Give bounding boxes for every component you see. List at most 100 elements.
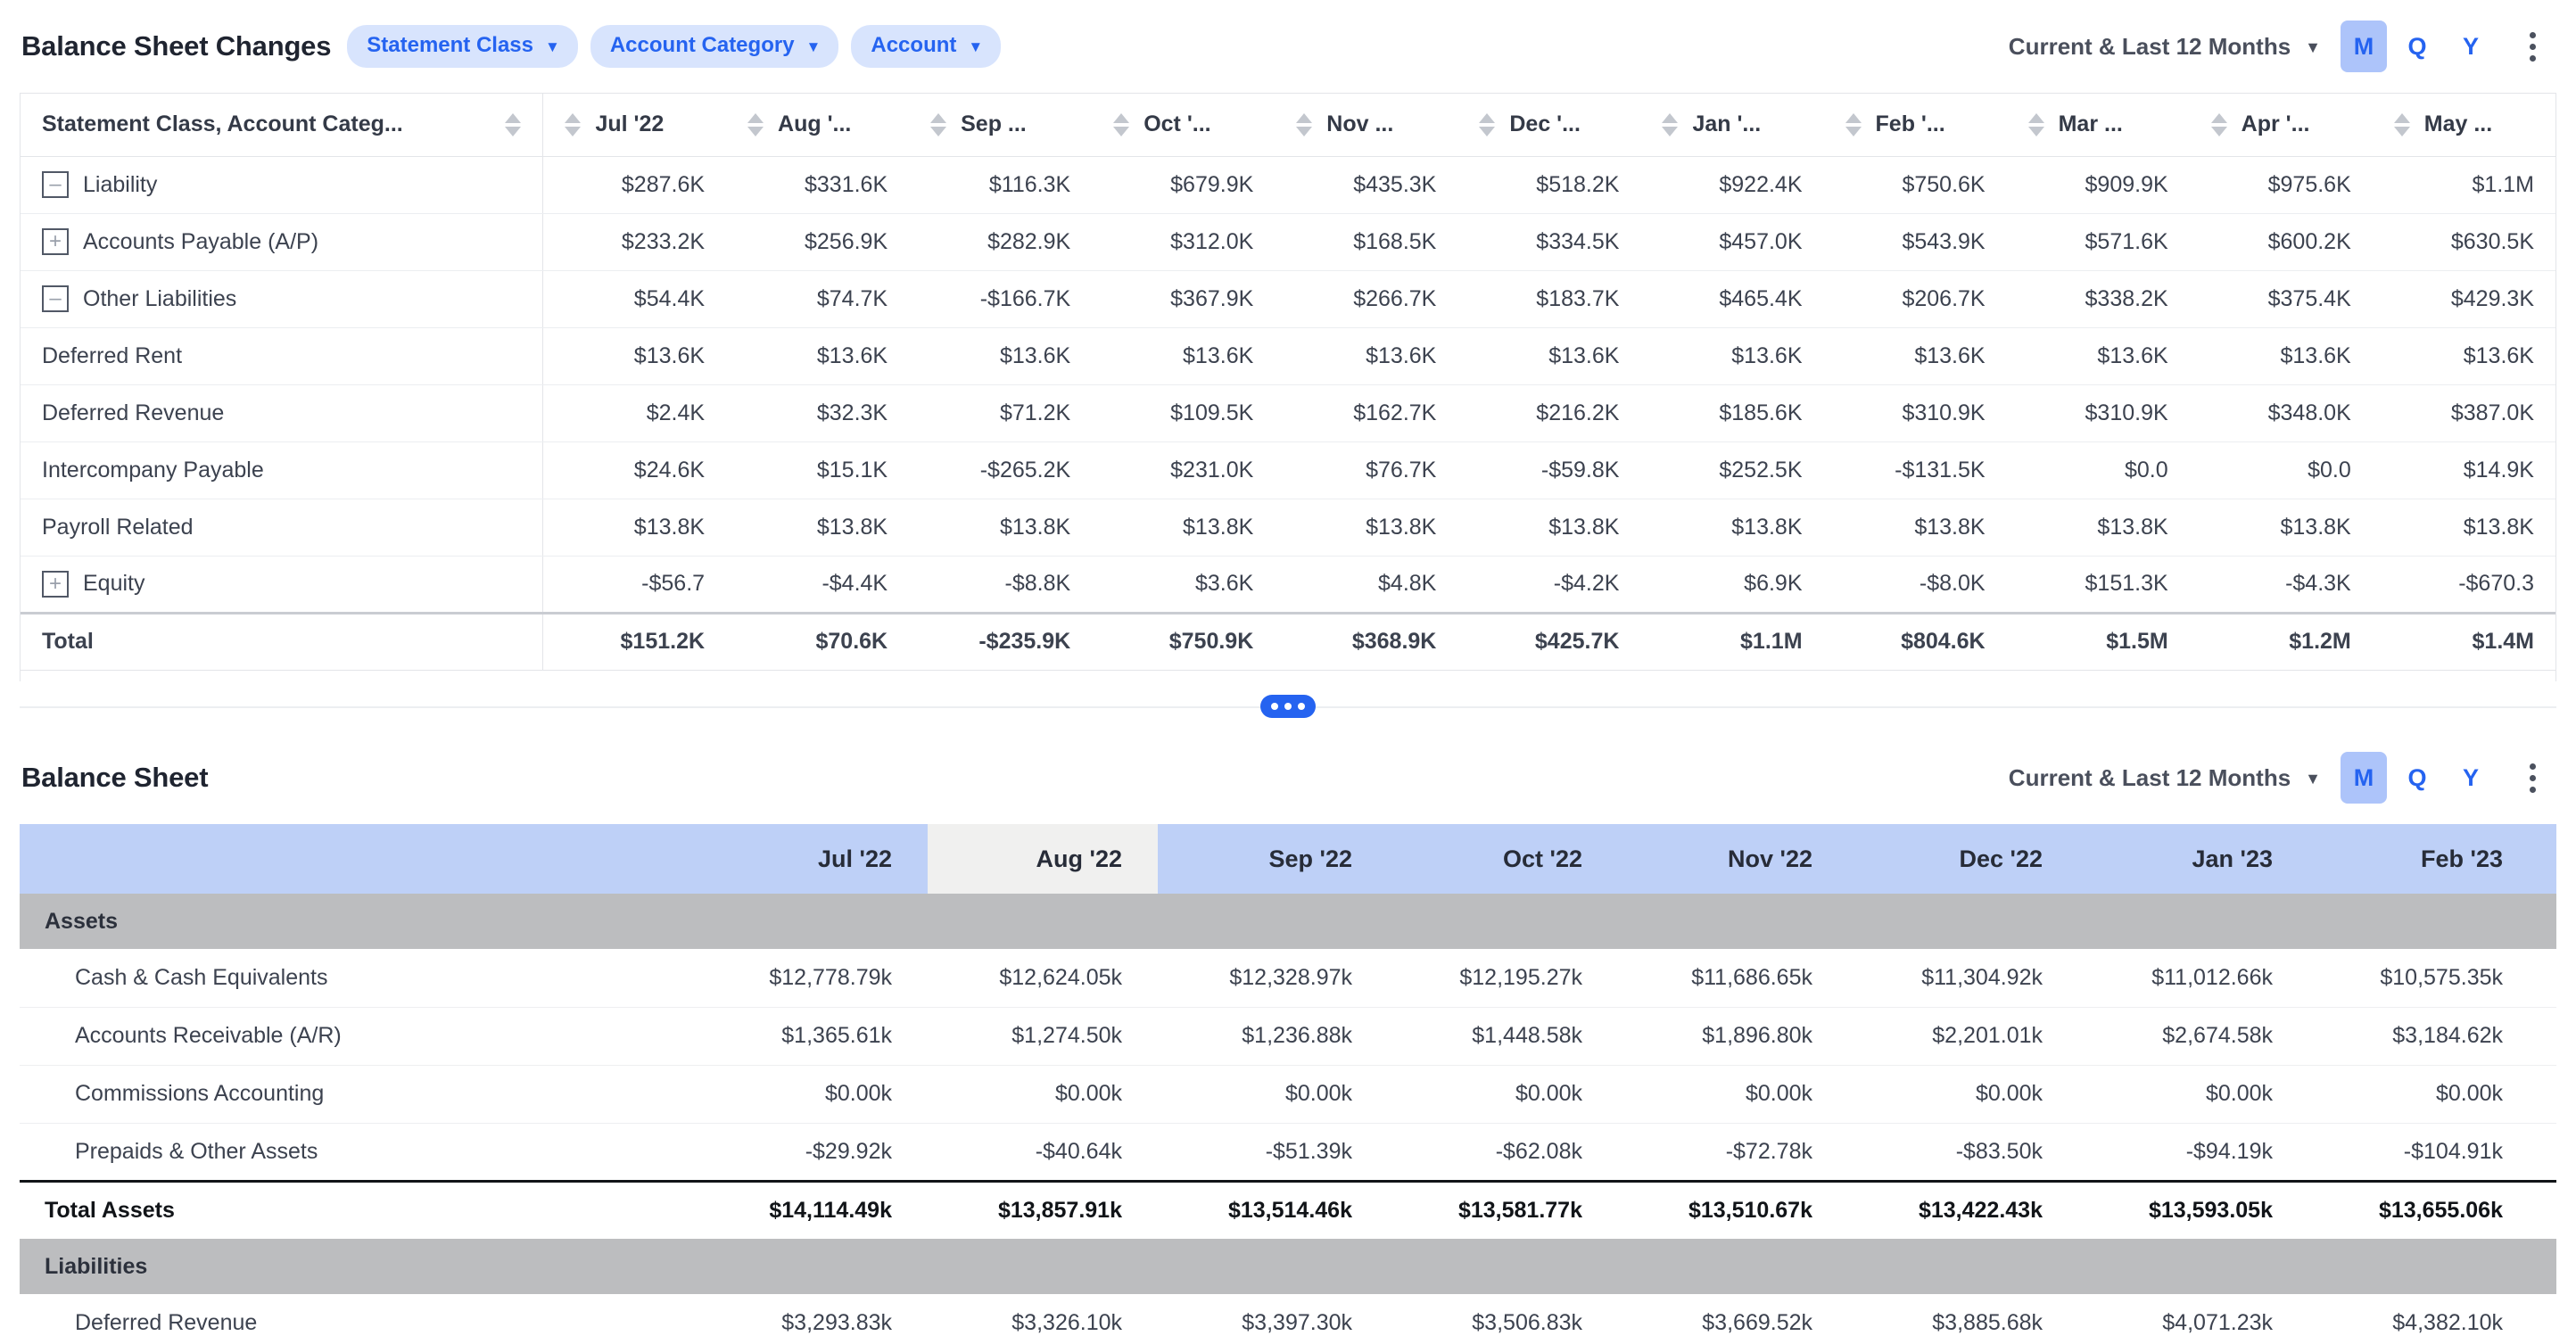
column-header-month[interactable]: Apr '...: [2189, 94, 2373, 157]
bs-column-header-month[interactable]: Oct '22: [1388, 824, 1618, 894]
sort-arrows-icon[interactable]: [565, 112, 582, 136]
sort-arrows-icon[interactable]: [505, 112, 522, 136]
value-cell: $13.8K: [1457, 499, 1641, 557]
sort-arrows-icon[interactable]: [1845, 112, 1862, 136]
value-cell: $116.3K: [909, 156, 1093, 214]
column-header-month[interactable]: May ...: [2372, 94, 2555, 157]
column-header-month[interactable]: Aug '...: [726, 94, 910, 157]
bs-granularity-year-button[interactable]: Y: [2448, 752, 2494, 804]
value-cell: -$8.0K: [1823, 556, 2007, 614]
column-header-month[interactable]: Sep ...: [909, 94, 1093, 157]
column-header-label: Statement Class, Account Categ...: [42, 111, 403, 137]
value-cell: $0.0: [2006, 441, 2190, 499]
table-row[interactable]: – Liability $287.6K $331.6K $116.3K $679.9K $4…: [21, 156, 2555, 214]
expand-row-icon[interactable]: +: [42, 228, 69, 255]
value-cell: -$265.2K: [909, 441, 1093, 499]
balance-sheet-table-body: Assets Cash & Cash Equivalents $12,778.79k…: [20, 894, 2556, 1336]
column-header-month[interactable]: Feb '...: [1823, 94, 2007, 157]
section-header-filler: [2539, 1239, 2556, 1294]
value-cell: $922.4K: [1640, 156, 1824, 214]
bs-column-header-month[interactable]: Feb '23: [2308, 824, 2539, 894]
value-cell: $252.5K: [1640, 441, 1824, 499]
table-row[interactable]: + Equity -$56.7 -$4.4K -$8.8K $3.6K $4.8K -$4.2…: [21, 556, 2555, 614]
column-header-label: Jul '22: [595, 111, 665, 137]
period-range-selector[interactable]: Current & Last 12 Months ▼: [2009, 33, 2321, 61]
bs-column-header-month[interactable]: Jul '22: [698, 824, 928, 894]
drag-handle-dots-icon[interactable]: [1260, 695, 1316, 718]
value-cell: $256.9K: [726, 213, 910, 271]
value-cell: $282.9K: [909, 213, 1093, 271]
expand-row-icon[interactable]: +: [42, 570, 69, 598]
bs-column-header-month[interactable]: Jan '23: [2078, 824, 2308, 894]
kebab-menu-icon[interactable]: [2512, 752, 2553, 804]
collapse-row-icon[interactable]: –: [42, 285, 69, 312]
total-value-cell: -$235.9K: [909, 611, 1093, 671]
granularity-quarter-button[interactable]: Q: [2394, 21, 2440, 72]
kebab-menu-icon[interactable]: [2512, 21, 2553, 72]
bs-granularity-month-button[interactable]: M: [2341, 752, 2387, 804]
table-row[interactable]: Deferred Revenue $3,293.83k $3,326.10k $3,3…: [20, 1294, 2556, 1336]
sort-arrows-icon[interactable]: [2027, 112, 2044, 136]
value-cell: $429.3K: [2372, 270, 2555, 328]
granularity-year-button[interactable]: Y: [2448, 21, 2494, 72]
table-row[interactable]: Deferred Rent $13.6K $13.6K $13.6K $13.6K $13…: [21, 327, 2555, 385]
column-header-month[interactable]: Jul '22: [542, 94, 727, 157]
column-header-month[interactable]: Nov ...: [1275, 94, 1458, 157]
sort-arrows-icon[interactable]: [1113, 112, 1130, 136]
bs-column-header-blank[interactable]: [20, 824, 698, 894]
table-row[interactable]: Prepaids & Other Assets -$29.92k -$40.64k -…: [20, 1123, 2556, 1182]
table-row[interactable]: Accounts Receivable (A/R) $1,365.61k $1,27…: [20, 1007, 2556, 1066]
sort-arrows-icon[interactable]: [747, 112, 764, 136]
changes-table-body: – Liability $287.6K $331.6K $116.3K $679.9K $4…: [21, 156, 2555, 671]
sort-arrows-icon[interactable]: [1662, 112, 1679, 136]
value-cell: $387.0K: [2372, 384, 2555, 442]
collapse-row-icon[interactable]: –: [42, 171, 69, 198]
balance-sheet-changes-table-container[interactable]: Statement Class, Account Categ... Jul '22…: [20, 93, 2556, 681]
value-cell: $13.6K: [1457, 327, 1641, 385]
section-header-filler: [1848, 1239, 2078, 1294]
table-row[interactable]: – Other Liabilities $54.4K $74.7K -$166.7K $3…: [21, 270, 2555, 328]
value-cell: $12,328.97k: [1158, 949, 1388, 1008]
bs-column-header-month[interactable]: Dec '22: [1848, 824, 2078, 894]
bs-period-range-selector[interactable]: Current & Last 12 Months ▼: [2009, 764, 2321, 792]
bs-granularity-quarter-button[interactable]: Q: [2394, 752, 2440, 804]
panel-splitter: [20, 681, 2556, 731]
bs-column-header-month[interactable]: Sep '22: [1158, 824, 1388, 894]
bs-column-header-month[interactable]: Mar '23: [2539, 824, 2556, 894]
table-row[interactable]: Commissions Accounting $0.00k $0.00k $0.00k…: [20, 1065, 2556, 1124]
table-row[interactable]: Cash & Cash Equivalents $12,778.79k $12,62…: [20, 949, 2556, 1008]
balance-sheet-table-container[interactable]: Jul '22 Aug '22 Sep '22 Oct '22 Nov '22 Dec '…: [20, 824, 2556, 1336]
column-header-label: Sep ...: [961, 111, 1027, 137]
column-header-month[interactable]: Mar ...: [2006, 94, 2190, 157]
sort-arrows-icon[interactable]: [930, 112, 947, 136]
filter-chip-account[interactable]: Account ▼: [851, 25, 1002, 68]
row-label-cell: + Accounts Payable (A/P): [21, 213, 544, 271]
value-cell: $3,326.10k: [928, 1294, 1158, 1336]
column-header-statement-class[interactable]: Statement Class, Account Categ...: [21, 94, 544, 157]
column-header-month[interactable]: Jan '...: [1640, 94, 1824, 157]
total-value-cell: $1.1M: [1640, 611, 1824, 671]
value-cell: -$166.7K: [909, 270, 1093, 328]
sort-arrows-icon[interactable]: [2210, 112, 2227, 136]
value-cell: $4.8K: [1275, 556, 1458, 614]
column-header-month[interactable]: Oct '...: [1092, 94, 1276, 157]
bs-column-header-month[interactable]: Nov '22: [1618, 824, 1848, 894]
row-label: Other Liabilities: [83, 285, 237, 311]
table-row[interactable]: Intercompany Payable $24.6K $15.1K -$265.2K…: [21, 441, 2555, 499]
table-row[interactable]: + Accounts Payable (A/P) $233.2K $256.9K $28…: [21, 213, 2555, 271]
column-header-month[interactable]: Dec '...: [1457, 94, 1641, 157]
sort-arrows-icon[interactable]: [1296, 112, 1313, 136]
table-row[interactable]: Deferred Revenue $2.4K $32.3K $71.2K $109.5K…: [21, 384, 2555, 442]
bs-column-header-month[interactable]: Aug '22: [928, 824, 1158, 894]
total-value-cell: $1.4M: [2372, 611, 2555, 671]
section-header-filler: [2308, 894, 2539, 949]
value-cell: $4,692.96k: [2539, 1294, 2556, 1336]
sort-arrows-icon[interactable]: [1479, 112, 1496, 136]
filter-chip-account-category[interactable]: Account Category ▼: [590, 25, 839, 68]
total-value-cell: $1.5M: [2006, 611, 2190, 671]
granularity-month-button[interactable]: M: [2341, 21, 2387, 72]
filter-chip-statement-class[interactable]: Statement Class ▼: [347, 25, 578, 68]
table-row[interactable]: Payroll Related $13.8K $13.8K $13.8K $13.8K $…: [21, 499, 2555, 557]
changes-table-header: Statement Class, Account Categ... Jul '22…: [21, 94, 2555, 157]
sort-arrows-icon[interactable]: [2393, 112, 2410, 136]
